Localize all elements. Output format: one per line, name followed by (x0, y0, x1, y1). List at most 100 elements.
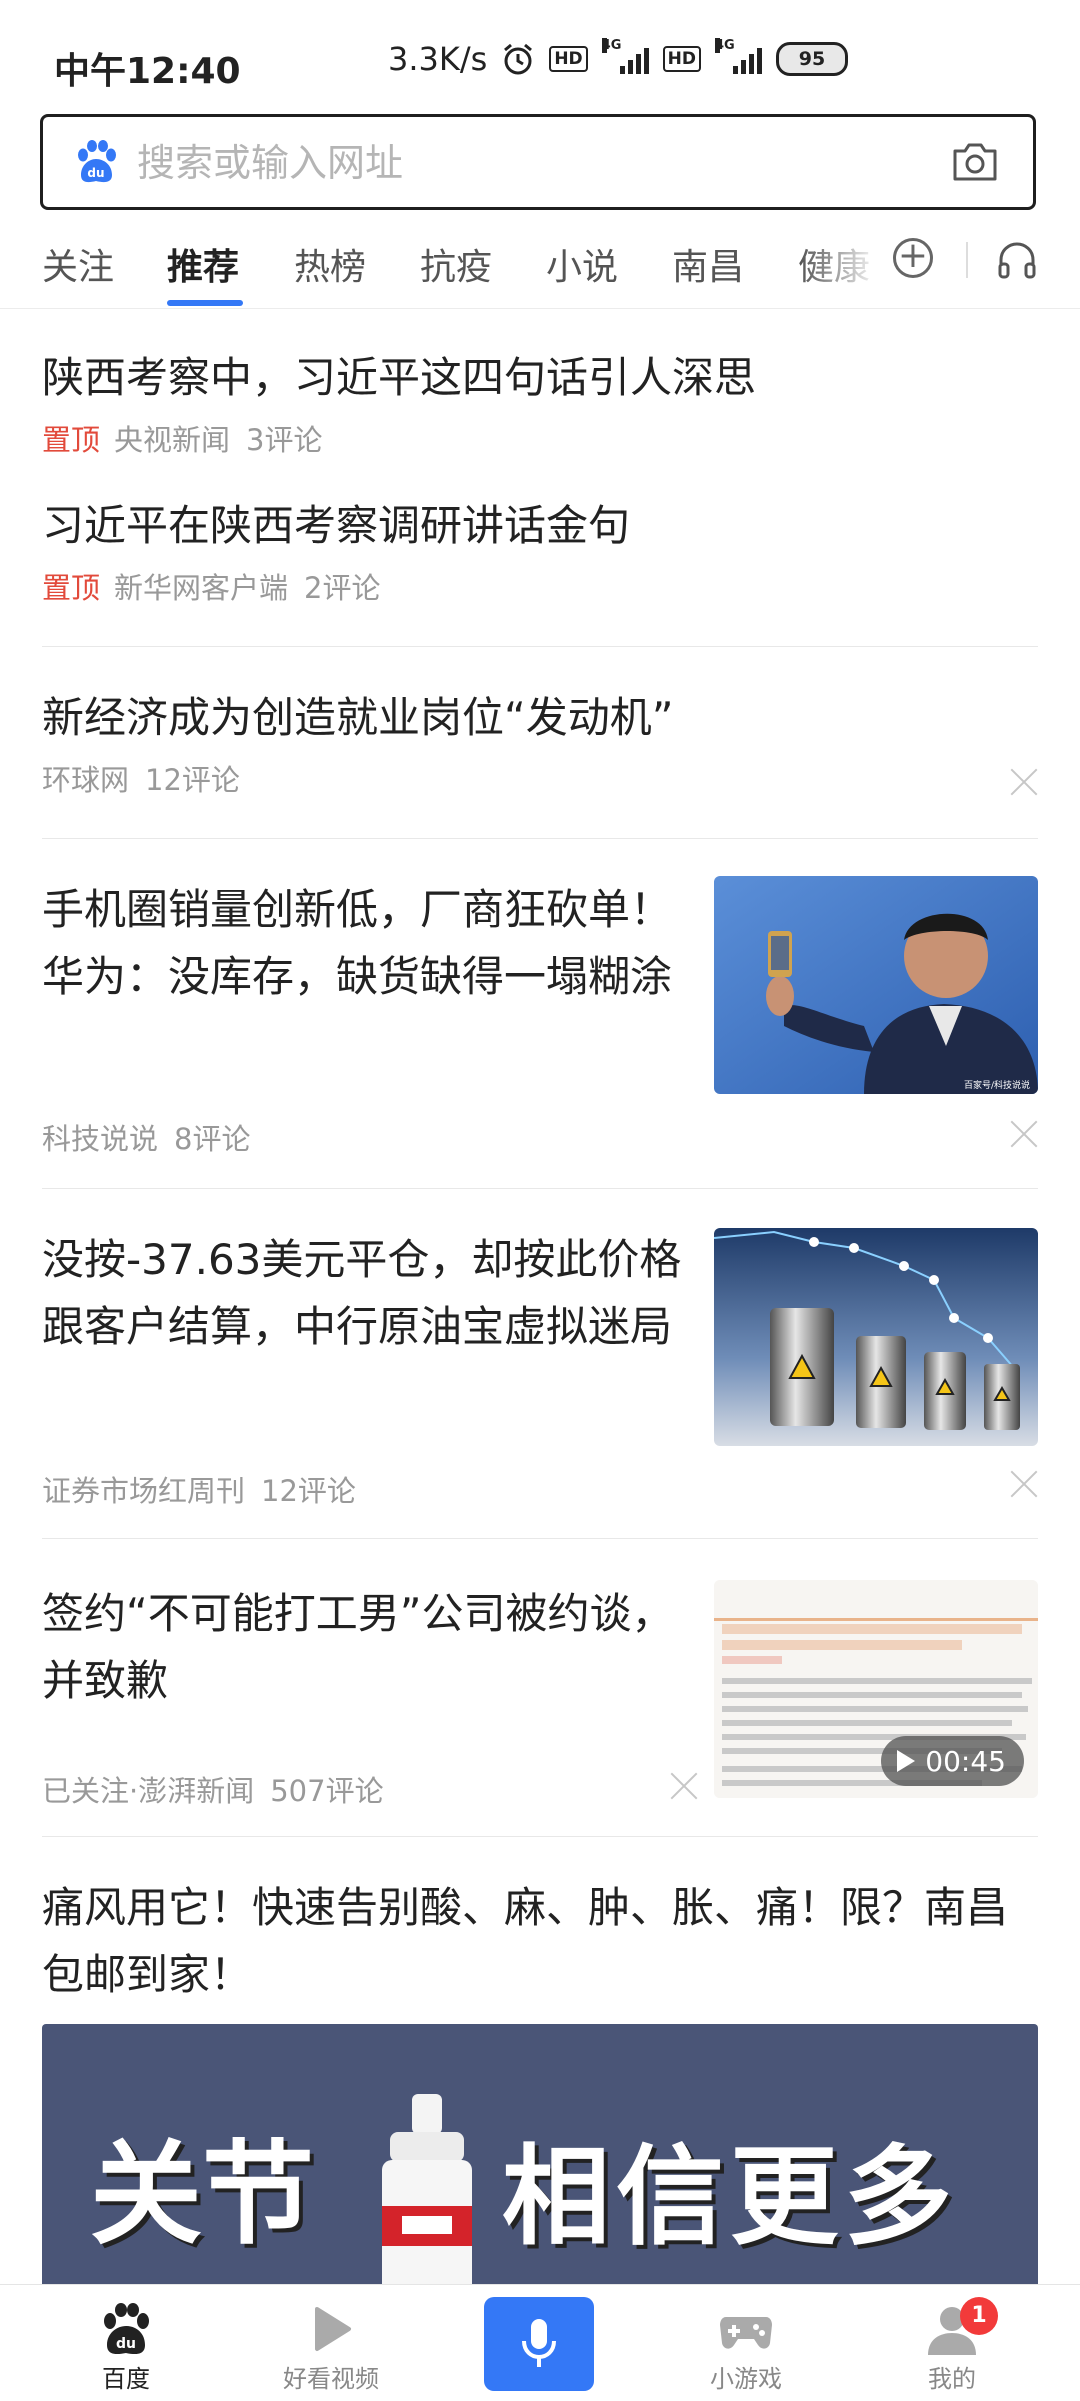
news-meta: 科技说说 8评论 (42, 1116, 1038, 1158)
news-meta: 置顶 央视新闻 3评论 (42, 417, 1038, 459)
comment-count: 507评论 (270, 1774, 384, 1808)
headphones-icon[interactable] (996, 240, 1038, 280)
news-item[interactable]: 陕西考察中，习近平这四句话引人深思 置顶 央视新闻 3评论 (42, 344, 1038, 459)
news-meta: 已关注·澎湃新闻 507评论 (42, 1768, 662, 1810)
play-icon (315, 2307, 351, 2351)
play-icon (897, 1750, 916, 1772)
pinned-label: 置顶 (42, 571, 101, 605)
net-speed: 3.3K/s (388, 40, 488, 78)
ad-item[interactable]: 痛风用它！快速告别酸、麻、肿、胀、痛！限？南昌包邮到家！ (42, 1874, 1038, 2008)
gamepad-icon (720, 2317, 772, 2349)
nav-label: 我的 (928, 2365, 976, 2393)
dismiss-icon[interactable] (1010, 1470, 1038, 1498)
news-thumbnail[interactable] (714, 1228, 1038, 1446)
ad-title[interactable]: 痛风用它！快速告别酸、麻、肿、胀、痛！限？南昌包邮到家！ (42, 1874, 1038, 2008)
divider (42, 646, 1038, 647)
comment-count: 12评论 (145, 763, 240, 797)
video-duration: 00:45 (881, 1736, 1024, 1786)
pinned-label: 置顶 (42, 423, 101, 457)
divider (42, 838, 1038, 839)
divider (42, 1836, 1038, 1837)
tab-nanchang[interactable]: 南昌 (672, 238, 744, 290)
baidu-paw-icon: du (104, 2303, 149, 2355)
battery-icon: 95 (776, 42, 849, 76)
dismiss-icon[interactable] (1010, 1120, 1038, 1148)
news-source: 新华网客户端 (114, 571, 289, 605)
ad-banner-text: 关节 (90, 2129, 314, 2260)
person-holding-phone-image: 百家号/科技说说 (714, 876, 1038, 1094)
news-title[interactable]: 没按-37.63美元平仓，却按此价格跟客户结算，中行原油宝虚拟迷局 (42, 1226, 702, 1360)
news-meta: 证券市场红周刊 12评论 (42, 1468, 1038, 1510)
tab-divider (966, 242, 968, 278)
nav-profile[interactable]: 我的 (882, 2285, 1022, 2401)
svg-text:du: du (116, 2336, 136, 2352)
news-item[interactable]: 签约“不可能打工男”公司被约谈，并致歉 (42, 1580, 702, 1714)
video-thumbnail[interactable]: 00:45 (714, 1580, 1038, 1798)
alarm-icon (504, 43, 533, 75)
ad-banner[interactable]: 关节 相信更多 (42, 2024, 1038, 2294)
nav-mini-games[interactable]: 小游戏 (676, 2285, 816, 2401)
news-title[interactable]: 习近平在陕西考察调研讲话金句 (42, 492, 1038, 559)
news-source: 环球网 (42, 763, 130, 797)
nav-label: 小游戏 (710, 2365, 782, 2393)
signal-icon: 4G (715, 38, 763, 74)
oil-barrels-image (714, 1228, 1038, 1446)
baidu-paw-icon: du (78, 140, 116, 183)
add-channel-icon[interactable]: + (893, 238, 933, 278)
news-source: 已关注·澎湃新闻 (42, 1774, 255, 1808)
bottom-navigation: du 百度 好看视频 小游戏 我的 1 (0, 2284, 1080, 2401)
news-item[interactable]: 习近平在陕西考察调研讲话金句 置顶 新华网客户端 2评论 (42, 492, 1038, 607)
spray-bottle-image (382, 2094, 472, 2294)
news-title[interactable]: 签约“不可能打工男”公司被约谈，并致歉 (42, 1580, 702, 1714)
channel-tabs: 关注 推荐 热榜 抗疫 小说 南昌 健康 + (0, 228, 1080, 309)
nav-label: 好看视频 (283, 2365, 379, 2393)
voice-search-button[interactable] (484, 2297, 594, 2391)
dismiss-icon[interactable] (670, 1772, 698, 1800)
news-source: 科技说说 (42, 1122, 159, 1156)
tab-hot[interactable]: 热榜 (294, 238, 366, 290)
camera-icon[interactable] (951, 141, 999, 183)
signal-icon: 4G (601, 38, 649, 74)
news-item[interactable]: 手机圈销量创新低，厂商狂砍单！华为：没库存，缺货缺得一塌糊涂 (42, 876, 692, 1010)
news-meta-row: 已关注·澎湃新闻 507评论 (42, 1762, 662, 1810)
search-bar[interactable]: du (40, 114, 1036, 210)
search-input[interactable] (135, 117, 919, 209)
net-type: 4G (601, 38, 622, 53)
news-title[interactable]: 新经济成为创造就业岗位“发动机” (42, 684, 1038, 751)
news-title[interactable]: 手机圈销量创新低，厂商狂砍单！华为：没库存，缺货缺得一塌糊涂 (42, 876, 692, 1010)
comment-count: 12评论 (261, 1474, 356, 1508)
nav-baidu[interactable]: du 百度 (56, 2285, 196, 2401)
divider (42, 1538, 1038, 1539)
ad-banner-text: 相信更多 (502, 2134, 959, 2260)
tab-novel[interactable]: 小说 (546, 238, 618, 290)
svg-text:du: du (87, 166, 104, 180)
news-source: 证券市场红周刊 (42, 1474, 246, 1508)
tab-recommend[interactable]: 推荐 (167, 238, 239, 290)
news-meta: 置顶 新华网客户端 2评论 (42, 565, 1038, 607)
news-meta-row: 证券市场红周刊 12评论 (42, 1462, 1038, 1510)
tab-follow[interactable]: 关注 (42, 238, 114, 290)
news-thumbnail[interactable]: 百家号/科技说说 (714, 876, 1038, 1094)
net-type: 4G (715, 38, 735, 53)
nav-haokan-video[interactable]: 好看视频 (261, 2285, 401, 2401)
nav-label: 百度 (102, 2365, 150, 2393)
news-item[interactable]: 新经济成为创造就业岗位“发动机” 环球网 12评论 (42, 684, 1038, 799)
duration-text: 00:45 (925, 1744, 1006, 1778)
status-icons: 3.3K/s HD 4G HD 4G 95 (388, 38, 849, 78)
news-source: 央视新闻 (114, 423, 231, 457)
news-meta-row: 科技说说 8评论 (42, 1110, 1038, 1158)
news-title[interactable]: 陕西考察中，习近平这四句话引人深思 (42, 344, 1038, 411)
comment-count: 8评论 (174, 1122, 251, 1156)
divider (42, 1188, 1038, 1189)
comment-count: 2评论 (304, 571, 381, 605)
tab-epidemic[interactable]: 抗疫 (420, 238, 492, 290)
news-meta: 环球网 12评论 (42, 757, 1038, 799)
status-bar: 中午12:40 3.3K/s HD 4G HD 4G 95 (0, 0, 1080, 110)
active-tab-indicator (167, 300, 243, 306)
thumbnail-caption: 百家号/科技说说 (964, 1079, 1030, 1091)
dismiss-icon[interactable] (1010, 768, 1038, 796)
microphone-icon (522, 2319, 556, 2367)
news-item[interactable]: 没按-37.63美元平仓，却按此价格跟客户结算，中行原油宝虚拟迷局 (42, 1226, 702, 1360)
hd-badge: HD (549, 46, 588, 72)
hd-badge: HD (662, 46, 702, 72)
